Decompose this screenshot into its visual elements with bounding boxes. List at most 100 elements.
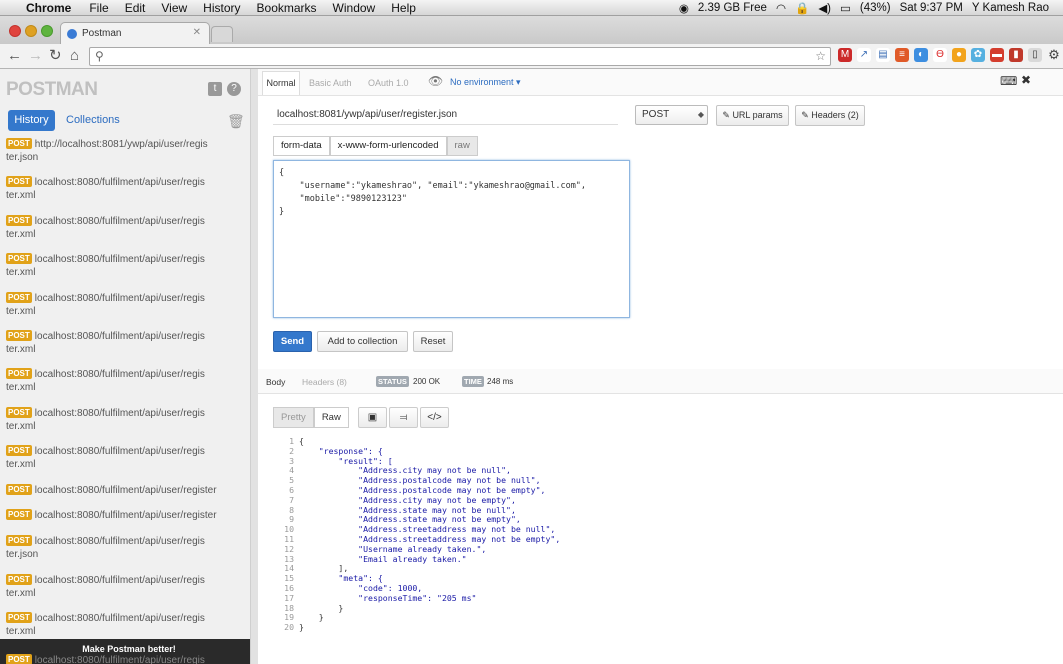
sidebar-splitter[interactable] (250, 69, 258, 664)
code-line: 20} (278, 622, 560, 633)
reload-icon[interactable]: ↻ (49, 48, 62, 63)
page-extension-icon[interactable]: ▯ (1028, 48, 1042, 62)
wifi-icon[interactable]: ◠ (776, 1, 786, 15)
battery-percent[interactable]: (43%) (860, 2, 891, 14)
orange-extension-icon[interactable]: ● (952, 48, 966, 62)
history-item[interactable]: POST localhost:8080/fulfilment/api/user/r… (6, 330, 246, 356)
tab-normal[interactable]: Normal (262, 71, 300, 95)
address-bar[interactable]: ⚲ ☆ (89, 47, 831, 66)
history-item[interactable]: POST localhost:8080/fulfilment/api/user/r… (6, 176, 246, 202)
url-input[interactable]: localhost:8081/ywp/api/user/register.jso… (273, 104, 618, 125)
send-button[interactable]: Send (273, 331, 312, 352)
menu-edit[interactable]: Edit (125, 1, 146, 15)
menu-window[interactable]: Window (333, 1, 376, 15)
history-item[interactable]: POST localhost:8080/fulfilment/api/user/r… (6, 291, 246, 318)
user-name[interactable]: Y Kamesh Rao (972, 2, 1049, 14)
eye-icon[interactable]: 👁 (428, 74, 443, 88)
window-zoom-button[interactable] (41, 25, 53, 37)
memory-monitor-icon[interactable]: ◉ (679, 1, 689, 15)
stackoverflow-extension-icon[interactable]: ≡ (895, 48, 909, 62)
post-badge: POST (6, 368, 32, 380)
raw-body-editor[interactable]: { "username":"ykameshrao", "email":"ykam… (273, 160, 630, 318)
tab-basic-auth[interactable]: Basic Auth (309, 78, 352, 88)
browser-tab-postman[interactable]: Postman ✕ (60, 22, 210, 44)
history-item[interactable]: POST localhost:8080/fulfilment/api/user/r… (6, 214, 246, 241)
code-text: "responseTime": "205 ms" (299, 592, 477, 603)
code-text: "Address.postalcode may not be null", (299, 475, 541, 486)
tab-collections[interactable]: Collections (66, 114, 120, 126)
power-extension-icon[interactable]: ϴ (933, 48, 947, 62)
headers-button[interactable]: ✎ Headers (2) (795, 105, 865, 126)
environment-select[interactable]: No environment ▾ (450, 77, 521, 88)
time-badge: TIME (462, 376, 484, 387)
tab-raw[interactable]: raw (446, 136, 478, 156)
tab-oauth[interactable]: OAuth 1.0 (368, 78, 409, 88)
window-close-button[interactable] (9, 25, 21, 37)
history-item[interactable]: POST localhost:8080/fulfilment/api/user/r… (6, 535, 246, 561)
volume-icon[interactable]: ◀) (818, 1, 831, 15)
add-to-collection-button[interactable]: Add to collection (317, 331, 408, 352)
analytics-extension-icon[interactable]: ↗ (857, 48, 871, 62)
url-params-button[interactable]: ✎ URL params (716, 105, 789, 126)
history-item-url: localhost:8080/fulfilment/api/user/regis (34, 613, 205, 625)
menu-app-name[interactable]: Chrome (26, 1, 71, 15)
menu-help[interactable]: Help (391, 1, 416, 15)
tab-x-www-form-urlencoded[interactable]: x-www-form-urlencoded (329, 136, 447, 156)
menu-file[interactable]: File (89, 1, 108, 15)
gmail-extension-icon[interactable]: M (838, 48, 852, 62)
tab-close-icon[interactable]: ✕ (193, 27, 201, 38)
history-item[interactable]: POST localhost:8080/fulfilment/api/user/r… (6, 253, 246, 279)
menu-history[interactable]: History (203, 1, 240, 15)
menu-view[interactable]: View (161, 1, 187, 15)
code-view-icon[interactable]: </> (420, 407, 449, 428)
settings-gear-icon[interactable]: ⚙ (1047, 48, 1061, 62)
tab-history[interactable]: History (8, 110, 55, 131)
reset-button[interactable]: Reset (413, 331, 453, 352)
tab-raw-response[interactable]: Raw (313, 407, 349, 428)
history-item[interactable]: POST localhost:8080/fulfilment/api/user/r… (6, 509, 246, 522)
wrap-lines-icon[interactable]: ⫤ (389, 407, 418, 428)
request-builder: Normal Basic Auth OAuth 1.0 👁 No environ… (258, 69, 1063, 664)
new-tab-button[interactable] (211, 26, 233, 42)
clock[interactable]: Sat 9:37 PM (900, 2, 963, 14)
battery-icon[interactable]: ▭ (840, 1, 851, 15)
back-arrow-icon[interactable]: ← (7, 48, 22, 63)
history-item-url-cont: ter.xml (6, 587, 36, 599)
lock-icon[interactable]: 🔒 (795, 1, 809, 15)
code-text: } (299, 602, 344, 613)
twitter-icon[interactable]: t (208, 82, 222, 96)
window-minimize-button[interactable] (25, 25, 37, 37)
time-value: 248 ms (487, 377, 514, 386)
sofa-extension-icon[interactable]: ▬ (990, 48, 1004, 62)
fullscreen-icon[interactable]: ▣ (358, 407, 387, 428)
flower-extension-icon[interactable]: ✿ (971, 48, 985, 62)
response-code-viewer[interactable]: 1{2 "response": {3 "result": [4 "Address… (278, 436, 560, 633)
web-extension-icon[interactable]: ◐ (914, 48, 928, 62)
history-item[interactable]: POST http://localhost:8081/ywp/api/user/r… (6, 138, 246, 164)
toast-text[interactable]: Make Postman better! (82, 644, 176, 654)
settings-wrench-icon[interactable]: ✖ (1021, 73, 1031, 87)
book-extension-icon[interactable]: ▮ (1009, 48, 1023, 62)
menu-bookmarks[interactable]: Bookmarks (257, 1, 317, 15)
feedback-toast[interactable]: POST localhost:8080/fulfilment/api/user/r… (0, 639, 250, 664)
home-icon[interactable]: ⌂ (70, 48, 79, 63)
history-item[interactable]: POST localhost:8080/fulfilment/api/user/r… (6, 368, 246, 394)
tab-response-body[interactable]: Body (266, 377, 285, 387)
keyboard-icon[interactable]: ⌨ (1000, 74, 1017, 88)
help-icon[interactable]: ? (227, 82, 241, 96)
chart-extension-icon[interactable]: ▤ (876, 48, 890, 62)
memory-free[interactable]: 2.39 GB Free (698, 2, 767, 14)
forward-arrow-icon[interactable]: → (28, 48, 43, 63)
tab-pretty[interactable]: Pretty (273, 407, 314, 428)
tab-response-headers[interactable]: Headers (8) (302, 377, 347, 387)
history-item[interactable]: POST localhost:8080/fulfilment/api/user/r… (6, 483, 246, 497)
history-item[interactable]: POST localhost:8080/fulfilment/api/user/r… (6, 612, 246, 638)
history-item[interactable]: POST localhost:8080/fulfilment/api/user/r… (6, 573, 246, 600)
bookmark-star-icon[interactable]: ☆ (815, 48, 826, 65)
tab-form-data[interactable]: form-data (273, 136, 330, 156)
history-item[interactable]: POST localhost:8080/fulfilment/api/user/r… (6, 406, 246, 433)
history-item-url-cont: ter.xml (6, 267, 36, 279)
method-select[interactable]: POST ◆ (635, 105, 708, 125)
history-item[interactable]: POST localhost:8080/fulfilment/api/user/r… (6, 445, 246, 471)
trash-icon[interactable]: 🗑 (227, 113, 245, 130)
